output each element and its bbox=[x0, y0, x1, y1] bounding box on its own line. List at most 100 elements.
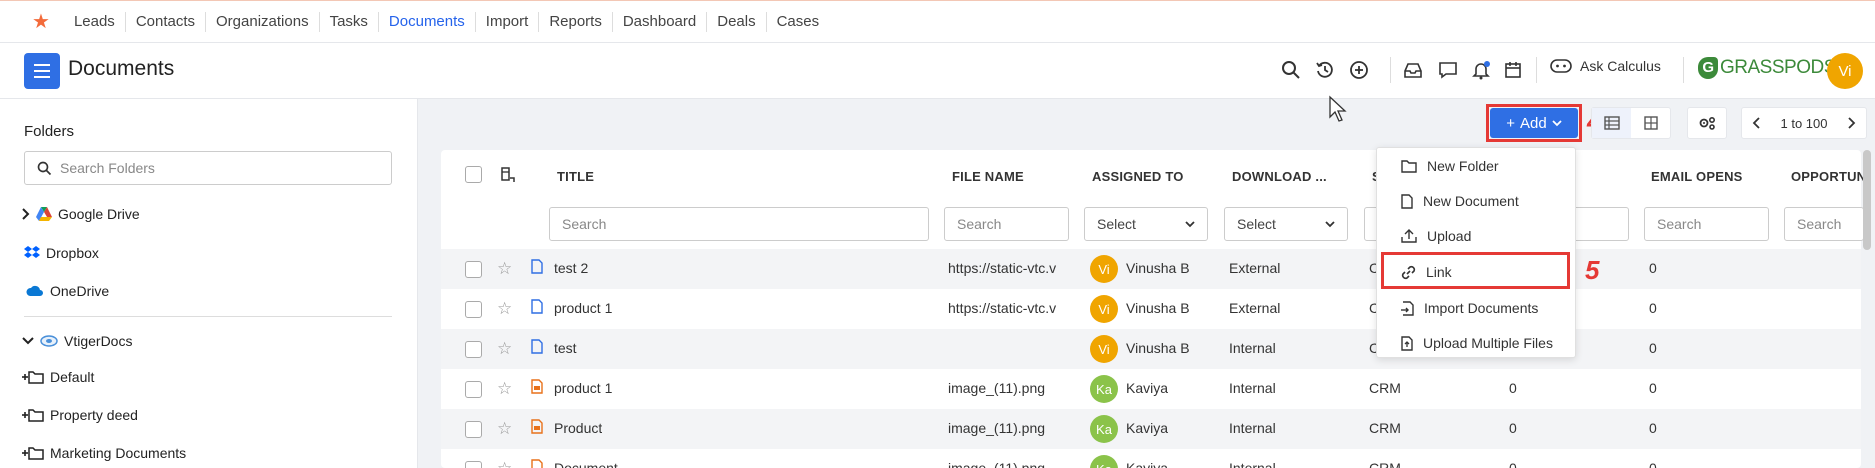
row-title[interactable]: Product bbox=[554, 420, 602, 436]
column-header-opportunity[interactable]: OPPORTUN bbox=[1791, 169, 1866, 184]
assignee-avatar: Ka bbox=[1090, 415, 1118, 443]
star-icon[interactable]: ☆ bbox=[497, 379, 512, 399]
column-header-file-name[interactable]: FILE NAME bbox=[952, 169, 1024, 184]
table-row[interactable]: ☆ Document image_(11).png Ka Kaviya Inte… bbox=[441, 449, 1861, 468]
column-header-download[interactable]: DOWNLOAD ... bbox=[1232, 169, 1327, 184]
tree-item-default[interactable]: Default bbox=[22, 369, 94, 385]
user-avatar[interactable]: Vi bbox=[1827, 53, 1863, 89]
chevron-down-icon[interactable] bbox=[22, 337, 34, 345]
list-view-icon[interactable] bbox=[1592, 108, 1631, 138]
assignee-avatar: Ka bbox=[1090, 375, 1118, 403]
row-checkbox[interactable] bbox=[465, 461, 482, 468]
search-icon[interactable] bbox=[1278, 57, 1304, 83]
inbox-icon[interactable] bbox=[1400, 57, 1426, 83]
tree-label: Dropbox bbox=[46, 245, 99, 261]
column-settings-icon[interactable] bbox=[500, 167, 516, 183]
select-all-checkbox[interactable] bbox=[465, 166, 482, 183]
row-checkbox[interactable] bbox=[465, 421, 482, 438]
ask-calculus-button[interactable]: Ask Calculus bbox=[1550, 58, 1661, 74]
tree-item-onedrive[interactable]: OneDrive bbox=[26, 283, 109, 299]
menu-item-upload[interactable]: Upload bbox=[1401, 228, 1471, 244]
download-select-filter[interactable]: Select bbox=[1224, 207, 1348, 241]
title-search-filter[interactable]: Search bbox=[549, 207, 929, 241]
table-row[interactable]: ☆ product 1 image_(11).png Ka Kaviya Int… bbox=[441, 369, 1861, 409]
star-icon[interactable]: ☆ bbox=[497, 259, 512, 279]
table-row[interactable]: ☆ test Vi Vinusha B Internal C 0 bbox=[441, 329, 1861, 369]
row-title[interactable]: Document bbox=[554, 460, 618, 468]
favorites-star-icon[interactable]: ★ bbox=[32, 12, 50, 32]
nav-tasks[interactable]: Tasks bbox=[320, 11, 379, 32]
top-navigation: ★ Leads Contacts Organizations Tasks Doc… bbox=[0, 0, 1875, 43]
table-row[interactable]: ☆ Product image_(11).png Ka Kaviya Inter… bbox=[441, 409, 1861, 449]
column-header-title[interactable]: TITLE bbox=[557, 169, 594, 184]
tree-item-dropbox[interactable]: Dropbox bbox=[24, 245, 99, 261]
tree-item-vtigerdocs[interactable]: VtigerDocs bbox=[22, 333, 132, 349]
column-header-assigned-to[interactable]: ASSIGNED TO bbox=[1092, 169, 1184, 184]
folder-search-input[interactable] bbox=[60, 160, 360, 176]
star-icon[interactable]: ☆ bbox=[497, 419, 512, 439]
chevron-right-icon[interactable] bbox=[22, 208, 30, 220]
nav-reports[interactable]: Reports bbox=[539, 11, 613, 32]
menu-item-new-document[interactable]: New Document bbox=[1401, 193, 1519, 209]
star-icon[interactable]: ☆ bbox=[497, 339, 512, 359]
row-checkbox[interactable] bbox=[465, 261, 482, 278]
filename-search-filter[interactable]: Search bbox=[944, 207, 1069, 241]
list-settings-button[interactable] bbox=[1687, 107, 1727, 139]
star-icon[interactable]: ☆ bbox=[497, 459, 512, 468]
chevron-right-icon[interactable] bbox=[1848, 117, 1856, 129]
nav-leads[interactable]: Leads bbox=[64, 11, 126, 32]
chevron-left-icon[interactable] bbox=[1752, 117, 1760, 129]
header-divider bbox=[1536, 57, 1537, 83]
menu-item-upload-multiple-files[interactable]: Upload Multiple Files bbox=[1401, 335, 1553, 351]
chat-icon[interactable] bbox=[1435, 57, 1461, 83]
search-icon bbox=[37, 161, 52, 175]
column-header-email-opens[interactable]: EMAIL OPENS bbox=[1651, 169, 1743, 184]
star-icon[interactable]: ☆ bbox=[497, 299, 512, 319]
menu-item-import-documents[interactable]: Import Documents bbox=[1401, 300, 1538, 316]
row-download: Internal bbox=[1229, 380, 1276, 396]
chevron-down-icon bbox=[1325, 220, 1335, 227]
tree-item-google-drive[interactable]: Google Drive bbox=[22, 206, 140, 222]
nav-contacts[interactable]: Contacts bbox=[126, 11, 207, 32]
row-checkbox[interactable] bbox=[465, 301, 482, 318]
tree-item-marketing-documents[interactable]: Marketing Documents bbox=[22, 445, 186, 461]
email-opens-search-filter[interactable]: Search bbox=[1644, 207, 1769, 241]
nav-deals[interactable]: Deals bbox=[707, 11, 767, 32]
add-button[interactable]: + Add bbox=[1490, 108, 1578, 138]
row-checkbox[interactable] bbox=[465, 381, 482, 398]
row-download: External bbox=[1229, 260, 1281, 276]
image-file-icon bbox=[531, 459, 543, 468]
nav-cases[interactable]: Cases bbox=[767, 12, 830, 32]
row-email-opens: 0 bbox=[1649, 340, 1657, 356]
grid-view-icon[interactable] bbox=[1631, 108, 1670, 138]
select-label: Select bbox=[1097, 216, 1136, 232]
row-title[interactable]: product 1 bbox=[554, 380, 612, 396]
calendar-icon[interactable] bbox=[1500, 57, 1526, 83]
ask-calculus-label: Ask Calculus bbox=[1580, 58, 1661, 74]
import-icon bbox=[1401, 300, 1414, 316]
table-scrollbar[interactable] bbox=[1863, 150, 1871, 250]
hamburger-icon bbox=[34, 64, 50, 78]
nav-dashboard[interactable]: Dashboard bbox=[613, 11, 708, 32]
folder-search-box bbox=[24, 151, 392, 185]
row-title[interactable]: product 1 bbox=[554, 300, 612, 316]
row-checkbox[interactable] bbox=[465, 341, 482, 358]
menu-item-new-folder[interactable]: New Folder bbox=[1401, 158, 1499, 174]
nav-documents[interactable]: Documents bbox=[379, 11, 476, 32]
table-row[interactable]: ☆ test 2 https://static-vtc.v Vi Vinusha… bbox=[441, 249, 1861, 289]
table-row[interactable]: ☆ product 1 https://static-vtc.v Vi Vinu… bbox=[441, 289, 1861, 329]
row-title[interactable]: test bbox=[554, 340, 577, 356]
opportunity-search-filter[interactable]: Search bbox=[1784, 207, 1864, 241]
assigned-select-filter[interactable]: Select bbox=[1084, 207, 1208, 241]
row-title[interactable]: test 2 bbox=[554, 260, 588, 276]
history-icon[interactable] bbox=[1312, 57, 1338, 83]
menu-button[interactable] bbox=[24, 53, 60, 89]
row-download: Internal bbox=[1229, 420, 1276, 436]
nav-import[interactable]: Import bbox=[476, 11, 540, 32]
notifications-bell-icon[interactable] bbox=[1468, 57, 1494, 83]
row-source: CRM bbox=[1369, 460, 1401, 468]
nav-organizations[interactable]: Organizations bbox=[206, 11, 320, 32]
row-views: 0 bbox=[1509, 460, 1517, 468]
add-circle-icon[interactable] bbox=[1346, 57, 1372, 83]
tree-item-property-deed[interactable]: Property deed bbox=[22, 407, 138, 423]
